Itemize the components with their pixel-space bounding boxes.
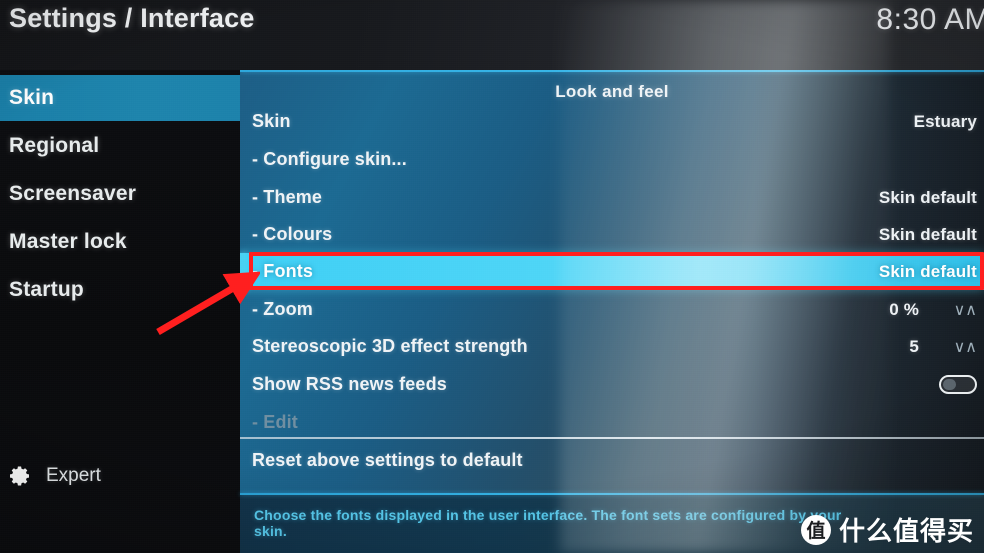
setting-row-skin[interactable]: Skin Estuary [240,103,984,140]
annotation-highlight-box [249,252,984,290]
setting-value: 5 [909,336,919,356]
setting-label: - Colours [252,224,333,244]
sidebar-item-master-lock[interactable]: Master lock [0,219,240,265]
setting-row-reset-above-settings[interactable]: Reset above settings to default [240,442,984,479]
sidebar-item-label: Master lock [9,230,127,253]
setting-row-zoom[interactable]: - Zoom 0 % ∨∧ [240,291,984,328]
setting-row-edit: - Edit [240,404,984,441]
setting-control[interactable]: 0 % ∨∧ [889,300,977,320]
setting-control[interactable] [939,375,977,394]
setting-control[interactable]: 5 ∨∧ [909,337,977,357]
spinner-arrows-icon[interactable]: ∨∧ [935,301,977,318]
watermark: 值 什么值得买 [800,511,974,548]
setting-value: Skin default [878,224,977,244]
sidebar-item-screensaver[interactable]: Screensaver [0,171,240,217]
sidebar-item-label: Startup [9,278,84,301]
sidebar-item-label: Skin [9,86,55,109]
clock: 8:30 AM [876,3,984,36]
gear-icon [10,466,29,486]
setting-control[interactable]: Skin default [879,225,977,245]
setting-row-colours[interactable]: - Colours Skin default [240,216,984,253]
setting-label: - Theme [252,187,323,207]
sidebar-item-regional[interactable]: Regional [0,123,240,169]
footer-divider [240,493,984,495]
setting-label: Show RSS news feeds [252,374,447,394]
setting-row-configure-skin[interactable]: - Configure skin... [240,141,984,178]
kodi-settings-screen: Settings / Interface 8:30 AM Skin Region… [0,0,984,553]
help-text: Choose the fonts displayed in the user i… [254,507,842,539]
sidebar-item-skin[interactable]: Skin [0,75,240,121]
list-divider [240,437,984,439]
setting-control[interactable]: Skin default [879,188,977,208]
setting-row-stereoscopic-3d-effect-strength[interactable]: Stereoscopic 3D effect strength 5 ∨∧ [240,328,984,365]
window-header: Settings / Interface 8:30 AM [0,0,984,70]
setting-label: - Edit [252,412,298,432]
spinner-arrows-icon[interactable]: ∨∧ [935,338,977,355]
sidebar-item-label: Screensaver [9,182,137,205]
setting-value: Skin default [878,187,977,207]
rss-toggle-switch[interactable] [939,375,977,394]
setting-row-theme[interactable]: - Theme Skin default [240,179,984,216]
setting-control[interactable]: Estuary [914,112,977,132]
setting-label: Skin [252,111,291,131]
setting-label: Reset above settings to default [252,450,523,470]
watermark-logo-icon: 值 [800,514,831,545]
setting-label: - Zoom [252,299,313,319]
settings-level-toggle[interactable]: Expert [8,459,238,493]
toggle-knob [943,379,956,390]
annotation-arrow-icon [156,271,260,336]
settings-level-label: Expert [46,465,101,486]
setting-value: 0 % [889,299,919,319]
setting-label: - Configure skin... [252,149,407,169]
settings-main-panel: Look and feel Skin Estuary - Configure s… [240,70,984,553]
setting-label: Stereoscopic 3D effect strength [252,336,528,356]
sidebar-item-label: Regional [9,134,100,157]
setting-row-show-rss-news-feeds[interactable]: Show RSS news feeds [240,366,984,403]
page-title: Settings / Interface [9,3,255,33]
settings-list: Skin Estuary - Configure skin... - Theme… [240,70,984,553]
setting-value: Estuary [913,111,977,131]
watermark-text: 什么值得买 [838,517,974,547]
